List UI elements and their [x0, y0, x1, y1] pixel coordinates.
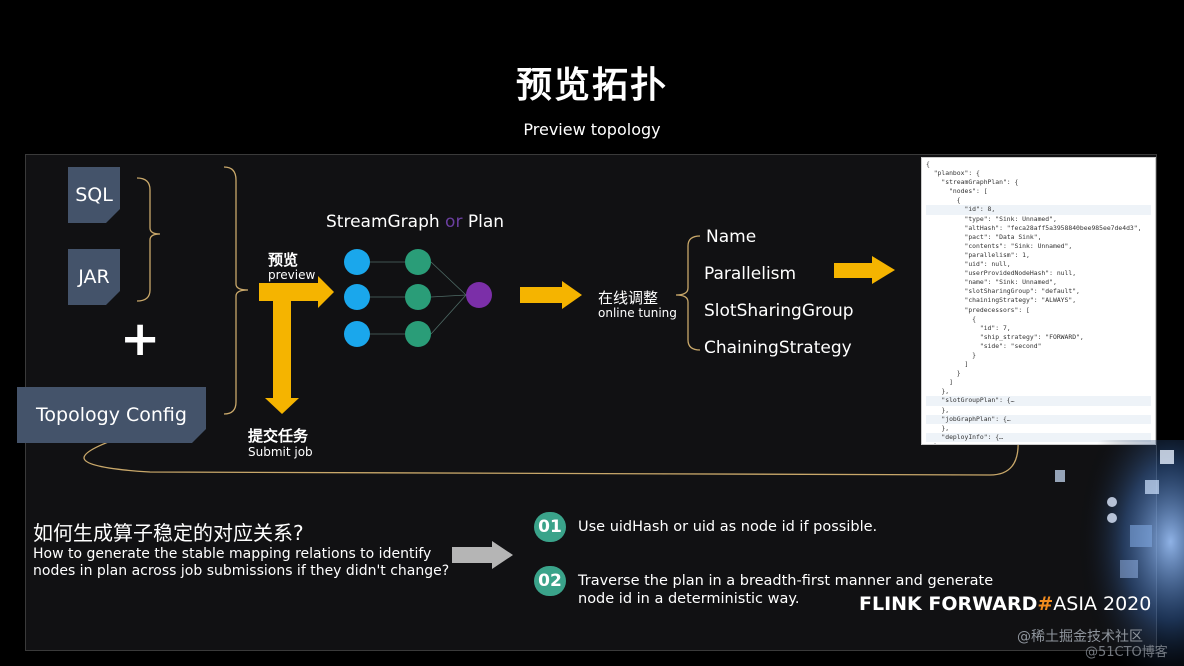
json-line: "userProvidedNodeHash": null, [926, 269, 1077, 278]
json-line: ] [926, 360, 969, 369]
graph-node [344, 249, 370, 275]
graph-node [466, 282, 492, 308]
graph-node [405, 321, 431, 347]
json-plan-panel: { "planbox": { "streamGraphPlan": { "nod… [921, 157, 1156, 445]
brand-hash: # [1037, 593, 1054, 615]
graph-node [405, 249, 431, 275]
feedback-curve [83, 436, 1019, 476]
brand-asia-2020: ASIA 2020 [1053, 593, 1152, 615]
json-line: "id": 8, [926, 205, 1151, 215]
graph-edge [430, 261, 467, 296]
topology-config-card: Topology Config [17, 387, 206, 443]
tuning-label-cn: 在线调整 [598, 289, 659, 307]
json-line: "streamGraphPlan": { [926, 178, 1019, 187]
question-en: How to generate the stable mapping relat… [33, 546, 450, 579]
graph-title-streamgraph: StreamGraph [326, 212, 440, 232]
json-line: "name": "Sink: Unnamed", [926, 278, 1057, 287]
graph-edge [430, 294, 467, 298]
json-line: "altHash": "feca28aff5a3958840bee985ee7d… [926, 223, 1142, 232]
json-line: { [926, 160, 930, 168]
preview-label-cn: 预览 [268, 251, 299, 269]
json-line: "type": "Sink: Unnamed", [926, 214, 1057, 223]
json-line: "jobGraphPlan": {… [926, 414, 1151, 424]
preview-submit-arrow [259, 276, 334, 414]
flink-forward-logo: FLINK FORWARD#ASIA 2020 [859, 593, 1151, 615]
submit-label-cn: 提交任务 [248, 427, 309, 445]
brand-flink-forward: FLINK FORWARD [859, 593, 1038, 615]
graph-title: StreamGraph or Plan [326, 212, 504, 232]
json-line: } [926, 369, 961, 378]
json-line: "ship_strategy": "FORWARD", [926, 332, 1084, 341]
answer-1: Use uidHash or uid as node id if possibl… [578, 519, 878, 535]
json-line: "side": "second" [926, 341, 1042, 350]
json-line: "chainingStrategy": "ALWAYS", [926, 296, 1077, 305]
jar-card: JAR [68, 249, 120, 305]
json-line: "id": 7, [926, 323, 1011, 332]
json-line: { [926, 196, 961, 205]
json-line: "slotSharingGroup": "default", [926, 287, 1080, 296]
graph-node [344, 321, 370, 347]
graph-title-plan: Plan [467, 212, 505, 232]
property-chaining-strategy: ChainingStrategy [704, 338, 852, 358]
json-line: }, [926, 405, 950, 414]
json-line: } [926, 350, 977, 359]
json-line: }, [926, 387, 950, 396]
graph-node [405, 284, 431, 310]
json-arrow [834, 256, 895, 284]
json-line: "predecessors": [ [926, 305, 1030, 314]
step-badge-1: 01 [534, 512, 566, 542]
tuning-bracket [675, 235, 701, 351]
preview-label-en: preview [268, 268, 316, 282]
tuning-arrow [520, 281, 582, 309]
stream-graph [344, 249, 492, 347]
json-line: "slotGroupPlan": {… [926, 396, 1151, 406]
json-line: ] [926, 378, 953, 387]
json-line: "contents": "Sink: Unnamed", [926, 241, 1073, 250]
graph-node [344, 284, 370, 310]
json-line: }, [926, 423, 950, 432]
property-parallelism: Parallelism [704, 264, 797, 284]
json-line: "planbox": { [926, 169, 980, 178]
tuning-label-en: online tuning [598, 306, 677, 320]
json-line: "pact": "Data Sink", [926, 232, 1042, 241]
property-slot-sharing-group: SlotSharingGroup [704, 301, 854, 321]
question-cn: 如何生成算子稳定的对应关系? [33, 521, 304, 545]
submit-label-en: Submit job [248, 445, 313, 459]
property-name: Name [706, 227, 757, 247]
answer-arrow [452, 541, 513, 569]
sql-card: SQL [68, 167, 120, 223]
graph-edge [430, 294, 467, 335]
json-line: { [926, 314, 977, 323]
json-line: "uid": null, [926, 260, 1011, 269]
bracket-small [136, 177, 161, 302]
json-line: "nodes": [ [926, 187, 988, 196]
plus-icon: + [120, 311, 161, 367]
watermark-51cto: @51CTO博客 [1085, 645, 1168, 660]
bracket-large [223, 166, 249, 415]
graph-title-or: or [439, 212, 468, 232]
step-badge-2: 02 [534, 566, 566, 596]
json-line: "parallelism": 1, [926, 250, 1030, 259]
